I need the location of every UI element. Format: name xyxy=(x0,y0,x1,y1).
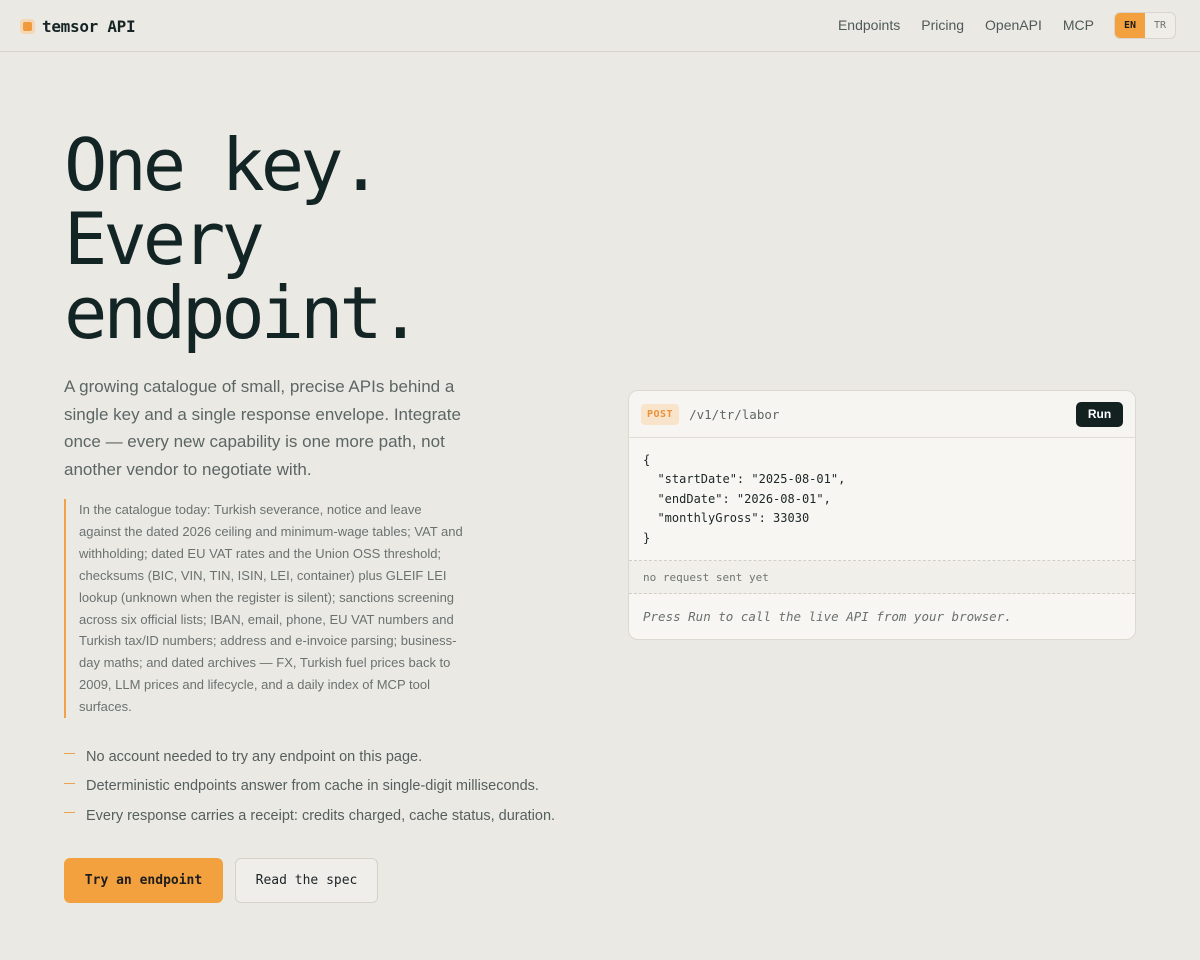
catalog-summary: In the catalogue today: Turkish severanc… xyxy=(64,499,464,718)
dash-icon xyxy=(64,782,75,784)
language-tr-toggle[interactable]: TR xyxy=(1145,13,1175,38)
hero-headline: One key. Every endpoint. xyxy=(64,128,584,350)
request-status: no request sent yet xyxy=(629,561,1135,594)
feature-point-text: Every response carries a receipt: credit… xyxy=(86,807,556,824)
brand[interactable]: temsor API xyxy=(20,14,136,38)
console-header: POST /v1/tr/labor Run xyxy=(629,391,1135,438)
request-body-editor[interactable]: { "startDate": "2025-08-01", "endDate": … xyxy=(629,438,1135,561)
feature-point: No account needed to try any endpoint on… xyxy=(64,742,555,772)
feature-points: No account needed to try any endpoint on… xyxy=(64,742,555,831)
dash-icon xyxy=(64,753,75,755)
headline-line: Every xyxy=(64,197,265,281)
language-en-toggle[interactable]: EN xyxy=(1115,13,1145,38)
read-spec-button[interactable]: Read the spec xyxy=(235,858,378,903)
hero-lede: A growing catalogue of small, precise AP… xyxy=(64,377,461,479)
response-output: Press Run to call the live API from your… xyxy=(643,608,1012,624)
nav-link-endpoints[interactable]: Endpoints xyxy=(838,17,900,33)
dash-icon xyxy=(64,812,75,814)
try-endpoint-button[interactable]: Try an endpoint xyxy=(64,858,223,903)
main-nav: Endpoints Pricing OpenAPI MCP xyxy=(838,0,1094,50)
method-badge: POST xyxy=(641,403,680,425)
api-console: POST /v1/tr/labor Run { "startDate": "20… xyxy=(628,390,1136,640)
feature-point-text: No account needed to try any endpoint on… xyxy=(86,748,423,765)
nav-link-openapi[interactable]: OpenAPI xyxy=(985,17,1042,33)
feature-point: Deterministic endpoints answer from cach… xyxy=(64,772,555,802)
nav-link-mcp[interactable]: MCP xyxy=(1063,17,1094,33)
run-button[interactable]: Run xyxy=(1076,401,1123,427)
headline-line: endpoint. xyxy=(64,271,422,355)
feature-point-text: Deterministic endpoints answer from cach… xyxy=(86,778,539,795)
brand-name: temsor API xyxy=(42,16,136,36)
endpoint-path: /v1/tr/labor xyxy=(689,406,780,422)
feature-point: Every response carries a receipt: credit… xyxy=(64,801,555,831)
language-switcher: EN TR xyxy=(1114,12,1176,39)
top-bar: temsor API Endpoints Pricing OpenAPI MCP… xyxy=(0,0,1200,52)
headline-line: One key. xyxy=(64,123,383,207)
square-logo-icon xyxy=(20,18,35,34)
nav-link-pricing[interactable]: Pricing xyxy=(921,17,964,33)
